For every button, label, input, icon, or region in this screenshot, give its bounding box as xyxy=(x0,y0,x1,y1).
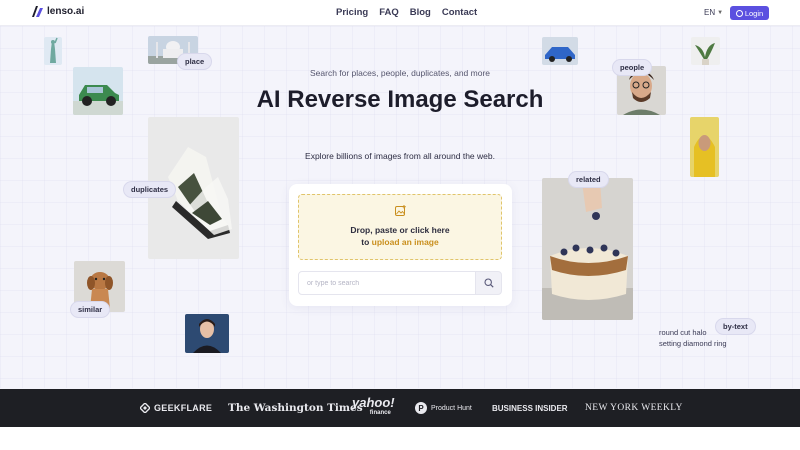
business-insider-logo: BUSINESS INSIDER xyxy=(492,403,568,413)
login-label: Login xyxy=(744,8,764,18)
by-text-line-2: setting diamond ring xyxy=(659,339,727,348)
press-logos-bar: GEEKFLARE The Washington Times yahoo! fi… xyxy=(0,389,800,427)
nav-faq[interactable]: FAQ xyxy=(379,7,399,18)
statue-of-liberty-image xyxy=(44,37,62,65)
language-label: EN xyxy=(704,8,716,17)
image-upload-icon xyxy=(395,205,406,216)
login-button[interactable]: Login xyxy=(730,6,769,20)
user-icon xyxy=(735,9,743,17)
geekflare-mark-icon xyxy=(140,403,150,413)
washington-times-logo: The Washington Times xyxy=(228,402,363,414)
brand-logo[interactable]: lenso.ai xyxy=(32,6,84,17)
upload-dropzone[interactable]: Drop, paste or click here to upload an i… xyxy=(298,194,502,260)
search-button[interactable] xyxy=(475,271,502,295)
yahoo-finance-logo: yahoo! finance xyxy=(352,389,395,427)
woman-portrait-image xyxy=(185,314,229,353)
tag-similar: similar xyxy=(70,301,111,318)
by-text-example: round cut halo setting diamond ring xyxy=(659,327,727,349)
dropzone-instruction-2: to upload an image xyxy=(299,237,501,247)
search-card: Drop, paste or click here to upload an i… xyxy=(289,184,512,306)
tag-related: related xyxy=(568,171,609,188)
cake-image xyxy=(542,178,633,320)
geekflare-wordmark: GEEKFLARE xyxy=(154,403,213,413)
car-image xyxy=(73,67,123,115)
blue-car-image xyxy=(542,37,578,65)
lenso-logo-icon xyxy=(32,6,43,17)
tag-place: place xyxy=(177,53,213,70)
text-search-row xyxy=(298,271,502,295)
upload-image-link[interactable]: upload an image xyxy=(372,237,439,247)
product-hunt-wordmark: Product Hunt xyxy=(431,404,472,412)
yellow-hoodie-image xyxy=(690,117,719,177)
yahoo-sub: finance xyxy=(369,410,391,416)
search-input[interactable] xyxy=(298,271,476,295)
language-selector[interactable]: EN ▼ xyxy=(704,8,723,17)
dropzone-prefix: to xyxy=(361,237,372,247)
chevron-down-icon: ▼ xyxy=(717,9,724,16)
product-hunt-icon: P xyxy=(415,402,427,414)
geekflare-logo: GEEKFLARE xyxy=(140,389,212,427)
by-text-line-1: round cut halo xyxy=(659,328,707,337)
main-nav: Pricing FAQ Blog Contact xyxy=(336,7,477,18)
top-navbar: lenso.ai Pricing FAQ Blog Contact EN ▼ L… xyxy=(0,0,800,26)
nav-blog[interactable]: Blog xyxy=(410,7,431,18)
search-icon xyxy=(483,278,494,288)
dropzone-instruction: Drop, paste or click here xyxy=(350,225,450,235)
page-title: AI Reverse Image Search xyxy=(256,86,544,113)
product-hunt-logo: P Product Hunt xyxy=(415,389,472,427)
yahoo-wordmark: yahoo! xyxy=(352,395,395,410)
footer-strip xyxy=(0,427,800,450)
new-york-weekly-logo: NEW YORK WEEKLY xyxy=(585,403,683,413)
tag-duplicates: duplicates xyxy=(123,181,177,198)
brand-name: lenso.ai xyxy=(47,6,85,17)
nav-pricing[interactable]: Pricing xyxy=(336,7,368,18)
plant-image xyxy=(691,37,720,65)
hero-subtitle: Explore billions of images from all arou… xyxy=(305,151,495,161)
nav-contact[interactable]: Contact xyxy=(442,7,477,18)
tag-people: people xyxy=(612,59,653,76)
